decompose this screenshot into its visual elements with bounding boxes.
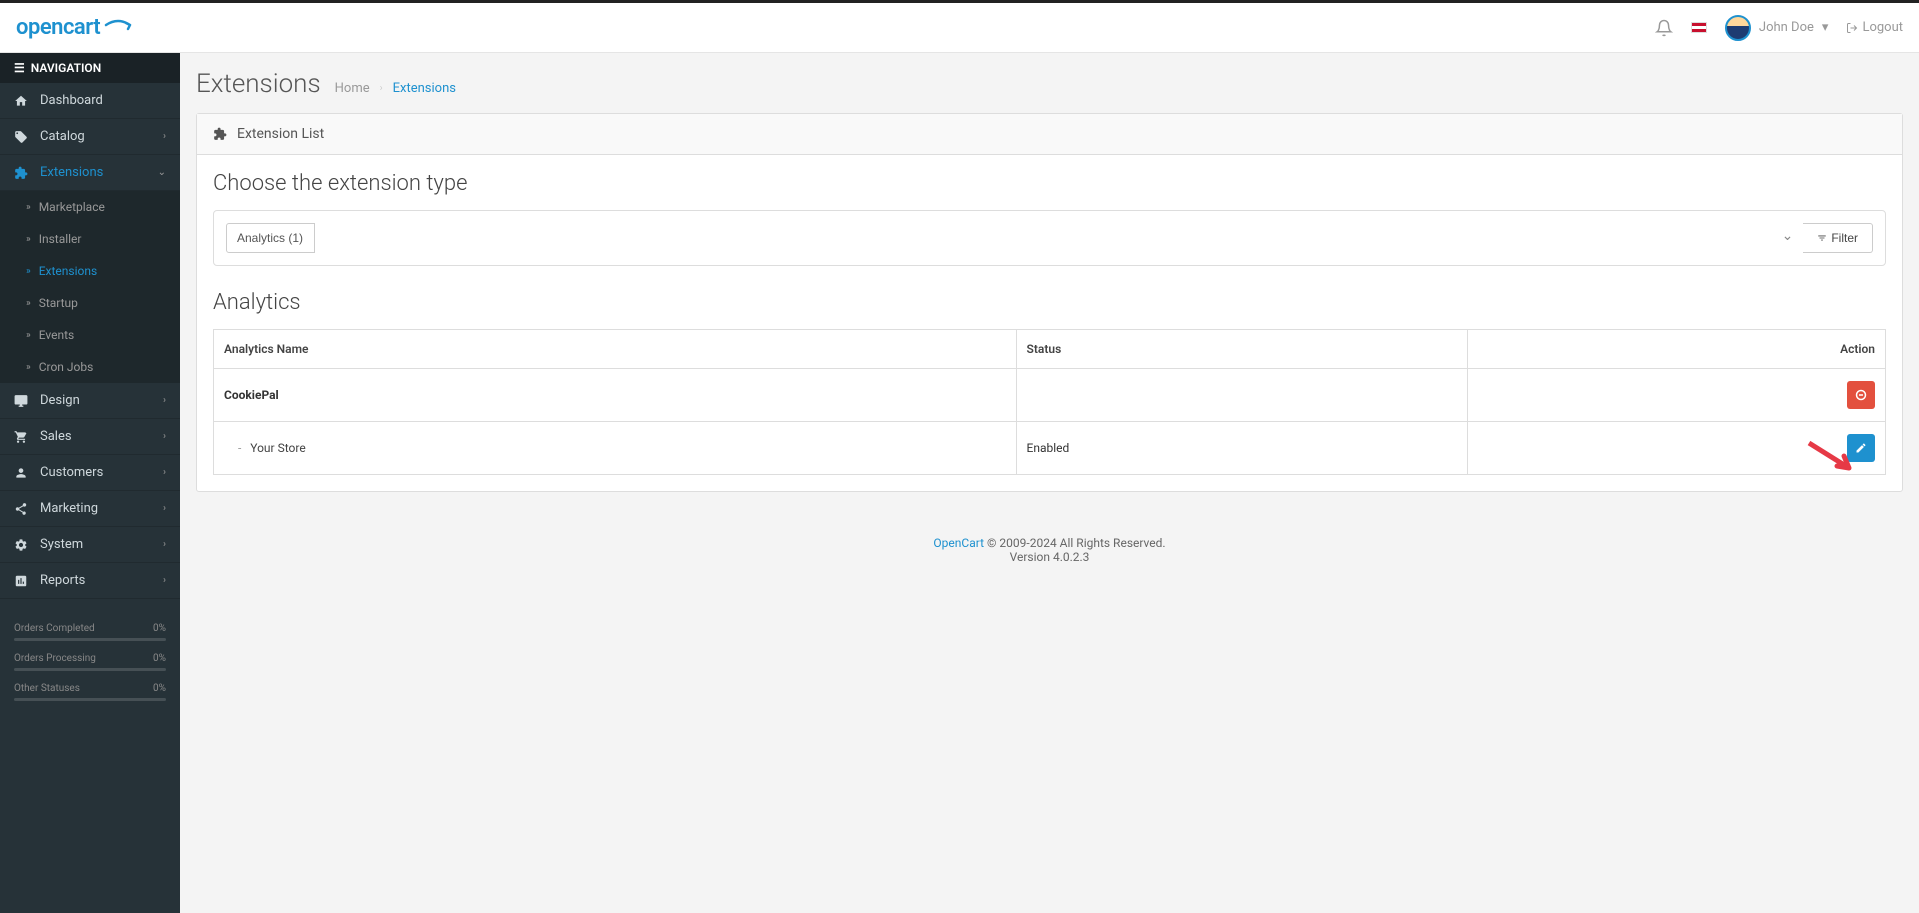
sidebar-subitem-marketplace[interactable]: »Marketplace (0, 191, 180, 223)
page-title: Extensions (196, 69, 321, 99)
sidebar-item-extensions[interactable]: Extensions ⌄ (0, 155, 180, 191)
stat-orders-completed: Orders Completed 0% (14, 623, 166, 634)
logout-label: Logout (1862, 20, 1903, 35)
monitor-icon (14, 394, 30, 408)
panel-header: Extension List (197, 114, 1902, 155)
store-name: Your Store (250, 441, 305, 455)
nav-header: ☰ NAVIGATION (0, 53, 180, 83)
chevron-right-icon: › (163, 467, 166, 478)
footer: OpenCart © 2009-2024 All Rights Reserved… (196, 516, 1903, 584)
chevron-right-icon: › (163, 131, 166, 142)
sidebar-subitem-events[interactable]: »Events (0, 319, 180, 351)
caret-down-icon: ▾ (1822, 20, 1829, 35)
breadcrumb: Home › Extensions (335, 81, 456, 96)
extensions-table: Analytics Name Status Action CookiePal (213, 329, 1886, 475)
extension-name: CookiePal (224, 388, 279, 402)
extension-list-panel: Extension List Choose the extension type… (196, 113, 1903, 492)
store-status: Enabled (1016, 422, 1467, 475)
share-icon (14, 502, 30, 516)
column-name: Analytics Name (214, 330, 1017, 369)
extensions-submenu: »Marketplace »Installer »Extensions »Sta… (0, 191, 180, 383)
column-action: Action (1467, 330, 1885, 369)
chevron-right-icon: › (163, 503, 166, 514)
sidebar-item-customers[interactable]: Customers › (0, 455, 180, 491)
panel-title: Extension List (237, 126, 324, 142)
puzzle-icon (213, 127, 227, 141)
uninstall-button[interactable] (1847, 381, 1875, 409)
logo-text: opencart (16, 15, 100, 40)
filter-icon (1817, 233, 1827, 243)
user-name: John Doe (1759, 20, 1814, 35)
pencil-icon (1855, 442, 1867, 454)
logo[interactable]: opencart (16, 15, 132, 40)
chevron-right-icon: › (163, 431, 166, 442)
store-prefix: - (238, 441, 241, 455)
sidebar-item-reports[interactable]: Reports › (0, 563, 180, 599)
breadcrumb-home[interactable]: Home (335, 81, 370, 96)
column-status: Status (1016, 330, 1467, 369)
analytics-title: Analytics (213, 290, 1886, 315)
tag-icon (14, 130, 30, 144)
sidebar-item-catalog[interactable]: Catalog › (0, 119, 180, 155)
sidebar-item-sales[interactable]: Sales › (0, 419, 180, 455)
logout-link[interactable]: Logout (1846, 20, 1903, 35)
footer-version: Version 4.0.2.3 (1010, 550, 1090, 564)
filter-row: Analytics (1) Filter (213, 210, 1886, 266)
sidebar-subitem-installer[interactable]: »Installer (0, 223, 180, 255)
page-header: Extensions Home › Extensions (196, 69, 1903, 99)
stat-orders-processing: Orders Processing 0% (14, 653, 166, 664)
sidebar: ☰ NAVIGATION Dashboard Catalog › Extensi… (0, 53, 180, 913)
extension-type-select[interactable]: Analytics (1) (226, 223, 315, 253)
person-icon (14, 466, 30, 480)
chevron-right-icon: › (163, 539, 166, 550)
sidebar-subitem-cron-jobs[interactable]: »Cron Jobs (0, 351, 180, 383)
user-menu[interactable]: John Doe ▾ (1725, 15, 1829, 41)
filter-button[interactable]: Filter (1803, 223, 1873, 253)
home-icon (14, 94, 30, 108)
chart-icon (14, 574, 30, 588)
sidebar-subitem-extensions[interactable]: »Extensions (0, 255, 180, 287)
stat-other-statuses: Other Statuses 0% (14, 683, 166, 694)
sidebar-item-system[interactable]: System › (0, 527, 180, 563)
stats-section: Orders Completed 0% Orders Processing 0%… (0, 609, 180, 727)
chevron-double-icon: » (26, 202, 31, 213)
chevron-double-icon: » (26, 298, 31, 309)
cart-icon (14, 430, 30, 444)
edit-button[interactable] (1847, 434, 1875, 462)
chevron-right-icon: › (163, 395, 166, 406)
chevron-right-icon: › (163, 575, 166, 586)
stat-bar (14, 698, 166, 701)
avatar (1725, 15, 1751, 41)
minus-circle-icon (1855, 389, 1867, 401)
logo-arrow-icon (104, 19, 132, 37)
language-flag-icon[interactable] (1691, 22, 1707, 33)
sidebar-item-design[interactable]: Design › (0, 383, 180, 419)
chevron-down-icon: ⌄ (158, 167, 166, 178)
chevron-double-icon: » (26, 362, 31, 373)
main-content: Extensions Home › Extensions Extension L… (180, 53, 1919, 913)
footer-rights: © 2009-2024 All Rights Reserved. (984, 536, 1166, 550)
notifications-icon[interactable] (1655, 19, 1673, 37)
stat-bar (14, 668, 166, 671)
sidebar-subitem-startup[interactable]: »Startup (0, 287, 180, 319)
stat-bar (14, 638, 166, 641)
table-row: CookiePal (214, 369, 1886, 422)
chevron-right-icon: › (380, 83, 383, 94)
sidebar-item-dashboard[interactable]: Dashboard (0, 83, 180, 119)
sidebar-item-marketing[interactable]: Marketing › (0, 491, 180, 527)
hamburger-icon: ☰ (14, 61, 25, 75)
chevron-double-icon: » (26, 266, 31, 277)
chevron-double-icon: » (26, 234, 31, 245)
footer-link[interactable]: OpenCart (933, 536, 984, 550)
table-row: - Your Store Enabled (214, 422, 1886, 475)
choose-type-title: Choose the extension type (213, 171, 1886, 196)
chevron-double-icon: » (26, 330, 31, 341)
breadcrumb-extensions[interactable]: Extensions (393, 81, 456, 96)
app-header: opencart John Doe ▾ Logout (0, 3, 1919, 53)
puzzle-icon (14, 166, 30, 180)
gear-icon (14, 538, 30, 552)
